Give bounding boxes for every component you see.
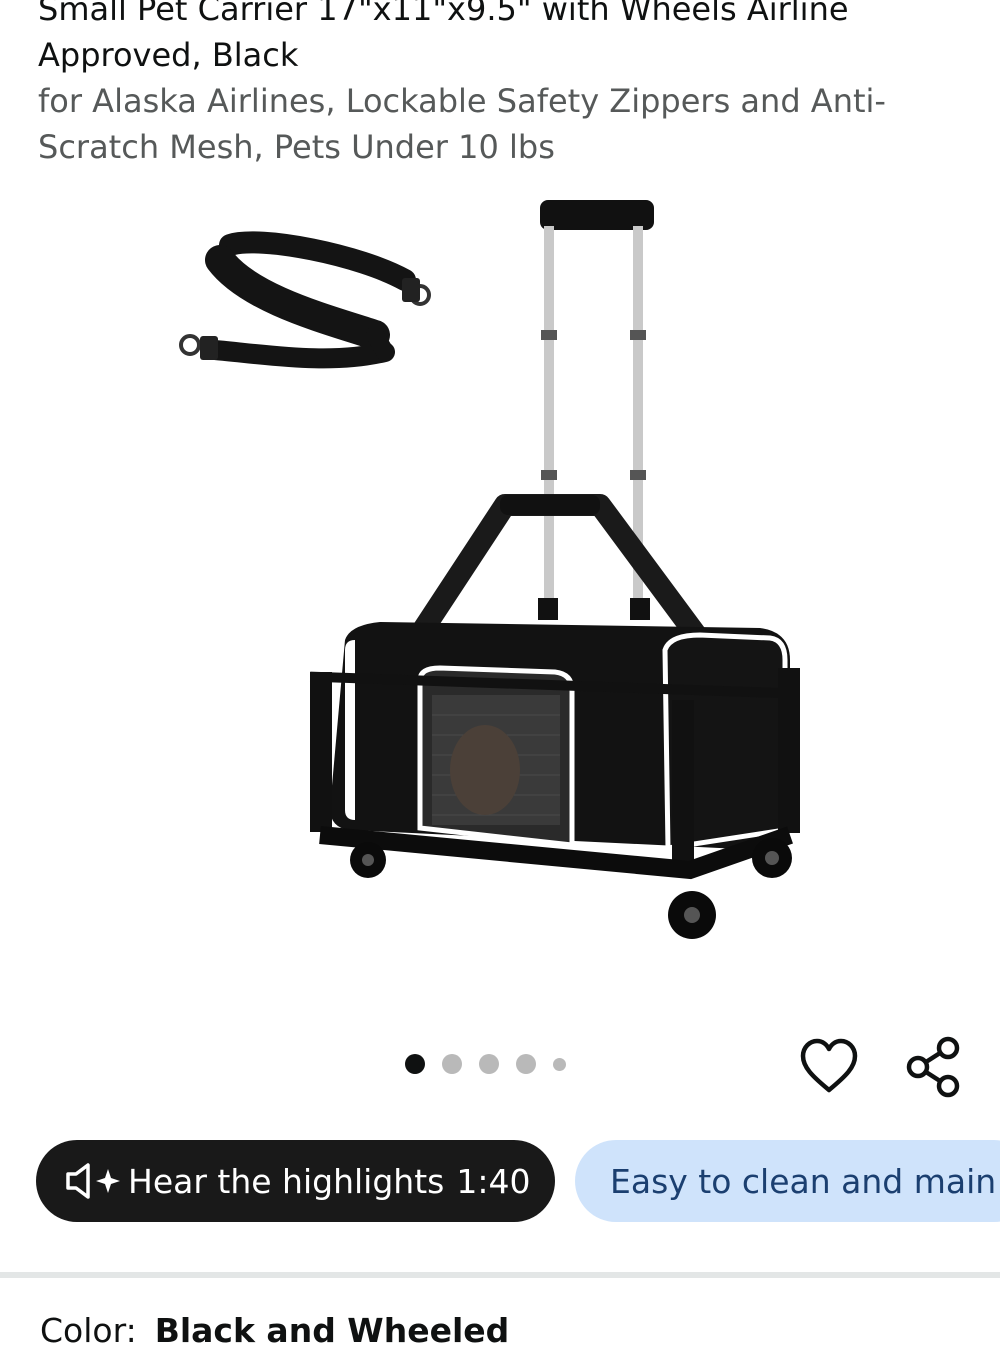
heart-icon[interactable] (800, 1038, 858, 1096)
color-label: Color: (40, 1311, 137, 1350)
carousel-dot[interactable] (516, 1054, 536, 1074)
product-title-block: Small Pet Carrier 17"x11"x9.5" with Whee… (38, 0, 958, 170)
color-selector-row[interactable]: Color: Black and Wheeled (40, 1308, 509, 1354)
hear-highlights-label: Hear the highlights (128, 1161, 445, 1201)
hear-highlights-duration: 1:40 (456, 1161, 531, 1201)
speaker-sparkle-icon (66, 1163, 120, 1199)
carousel-dot[interactable] (553, 1057, 566, 1071)
carousel-dot[interactable] (405, 1054, 425, 1074)
product-subtitle-line-1: for Alaska Airlines, Lockable Safety Zip… (38, 82, 886, 120)
highlight-chip[interactable]: Easy to clean and main (575, 1140, 1000, 1222)
product-title-line-1: Small Pet Carrier 17"x11"x9.5" with Whee… (38, 0, 849, 28)
color-value: Black and Wheeled (154, 1311, 510, 1350)
product-subtitle-line-2: Scratch Mesh, Pets Under 10 lbs (38, 128, 555, 166)
product-image[interactable] (0, 190, 1000, 970)
shoulder-strap-illustration (179, 231, 431, 369)
image-carousel-indicator[interactable] (405, 1054, 566, 1074)
section-divider (0, 1272, 1000, 1278)
carrier-bag-illustration (330, 622, 790, 851)
carousel-dot[interactable] (479, 1054, 499, 1074)
product-title-line-2: Approved, Black (38, 36, 299, 74)
carousel-dot[interactable] (442, 1054, 462, 1074)
share-icon[interactable] (904, 1036, 962, 1098)
hear-highlights-button[interactable]: Hear the highlights 1:40 (36, 1140, 555, 1222)
highlight-chip-label: Easy to clean and main (610, 1161, 997, 1201)
